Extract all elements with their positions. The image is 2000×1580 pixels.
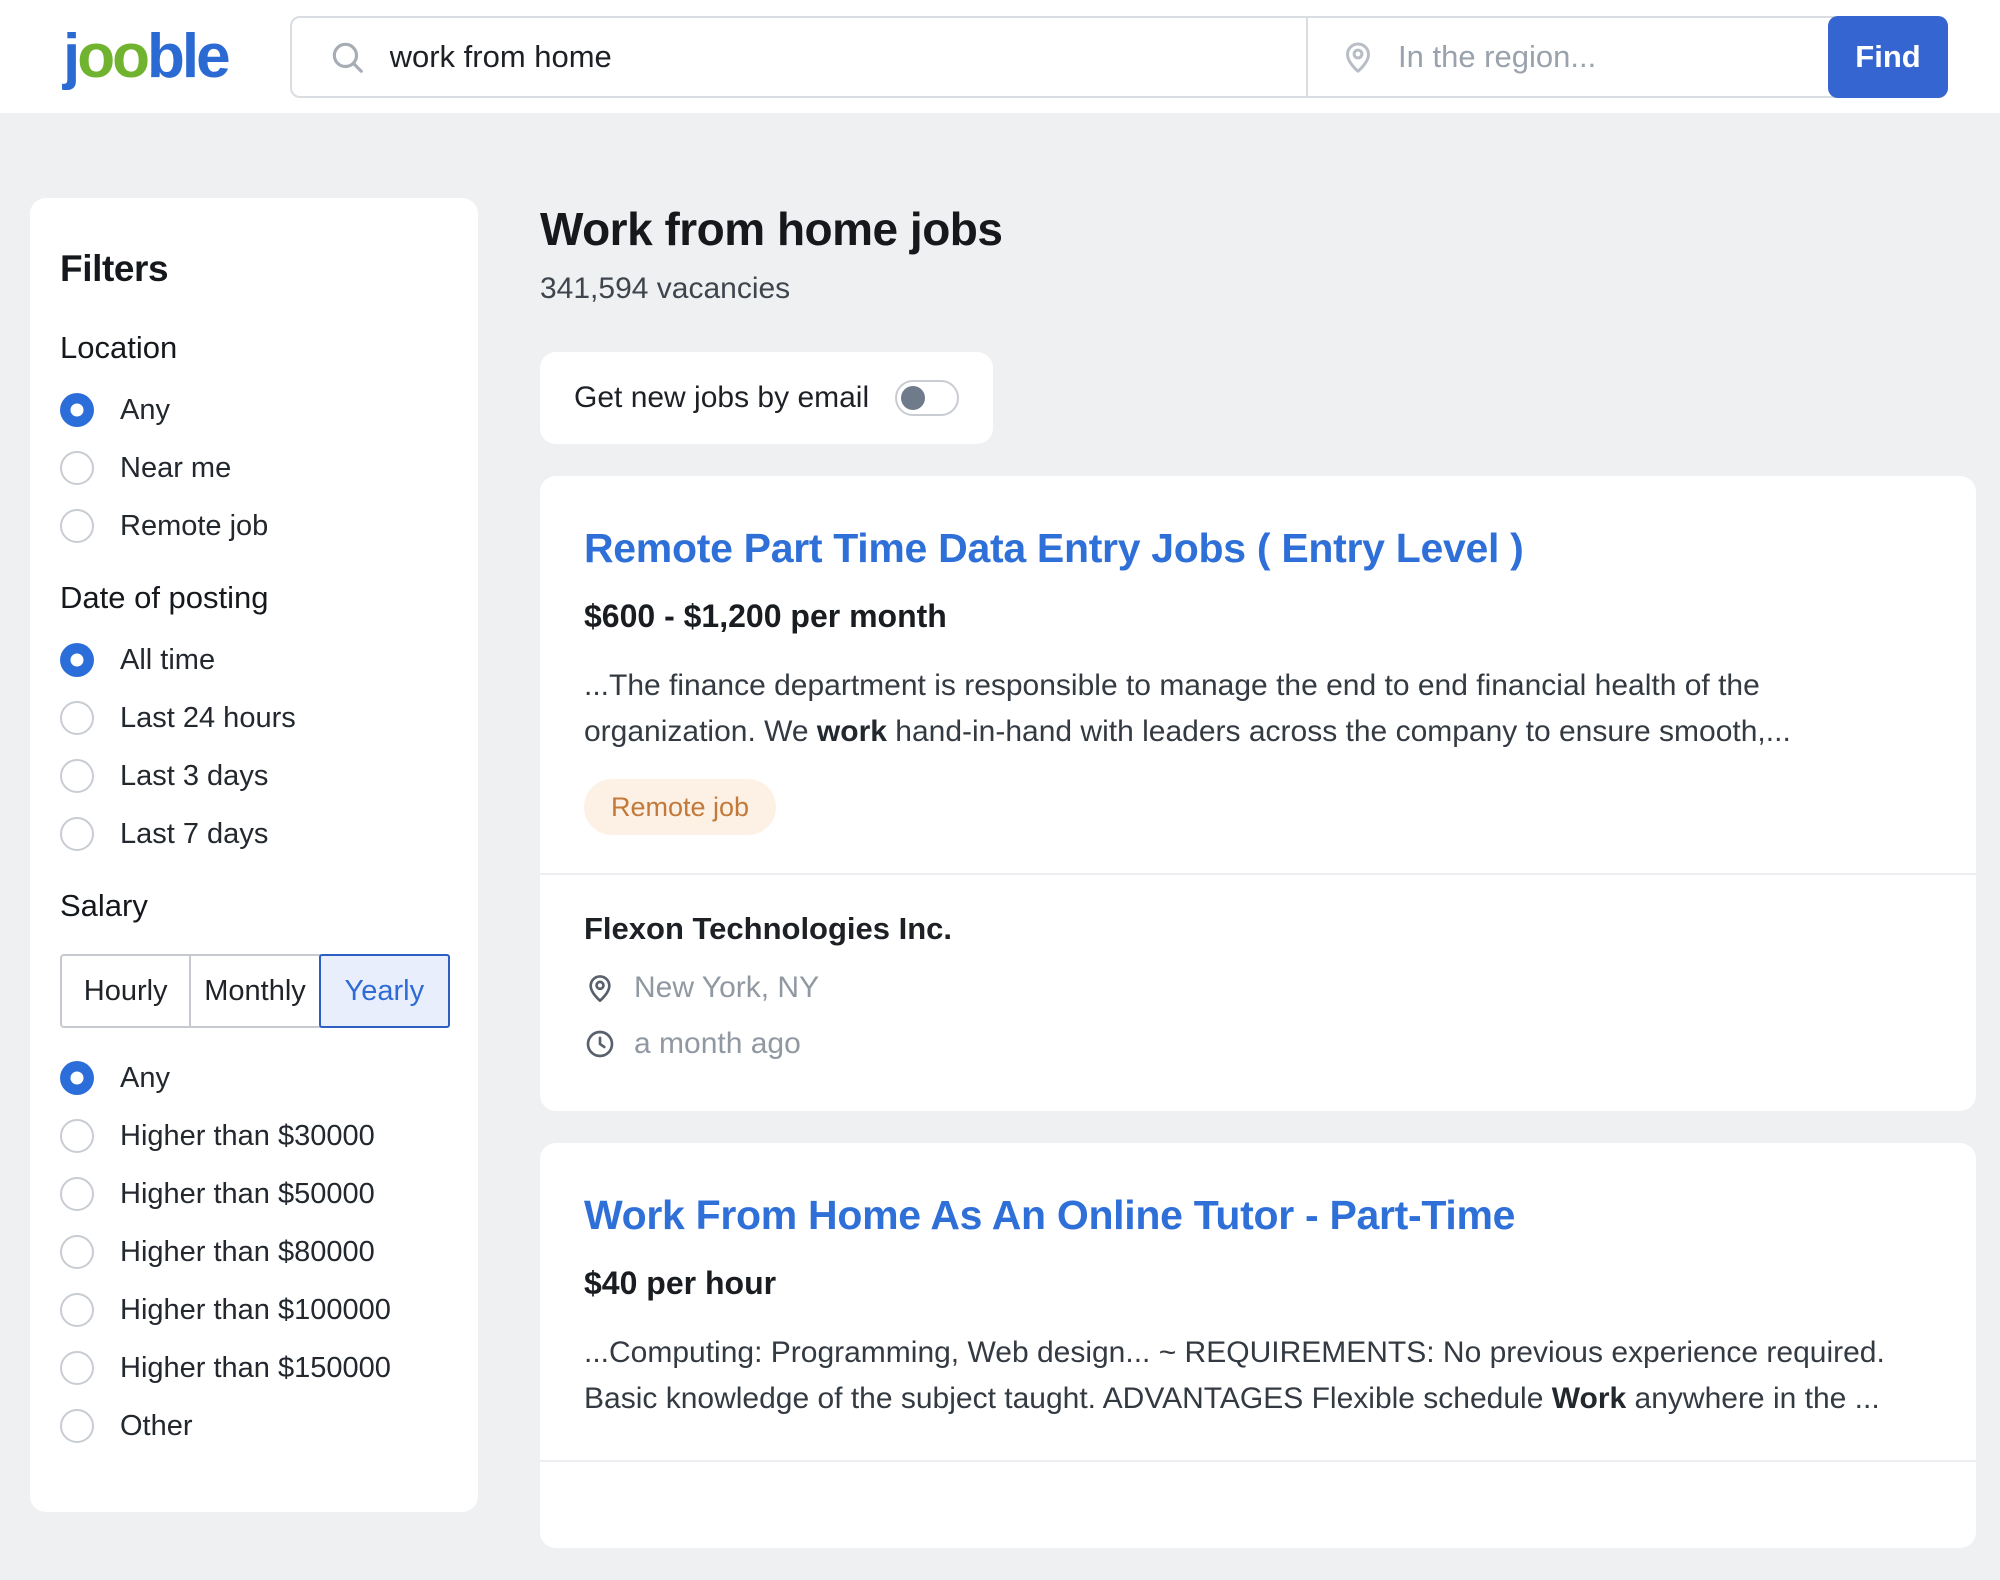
radio-label: Higher than $150000 xyxy=(120,1352,391,1385)
clock-icon xyxy=(584,1028,616,1060)
radio-date-last-3-days[interactable]: Last 3 days xyxy=(60,758,448,794)
radio-label: Last 24 hours xyxy=(120,702,296,735)
job-posted-row: a month ago xyxy=(584,1027,1932,1061)
radio-label: Higher than $80000 xyxy=(120,1236,375,1269)
remote-job-tag: Remote job xyxy=(584,779,776,835)
job-description-highlight: Work xyxy=(1552,1382,1626,1415)
vacancies-count: 341,594 vacancies xyxy=(540,272,1976,306)
date-section-title: Date of posting xyxy=(60,580,448,616)
radio-label: Higher than $100000 xyxy=(120,1294,391,1327)
job-card: Remote Part Time Data Entry Jobs ( Entry… xyxy=(540,476,1976,1111)
location-pin-icon xyxy=(1340,39,1376,75)
job-salary: $40 per hour xyxy=(584,1265,1932,1302)
email-subscription-card: Get new jobs by email xyxy=(540,352,993,444)
radio-icon xyxy=(60,1351,94,1385)
radio-icon xyxy=(60,817,94,851)
logo-part-ble: ble xyxy=(147,22,228,91)
job-salary: $600 - $1,200 per month xyxy=(584,598,1932,635)
salary-section-title: Salary xyxy=(60,888,448,924)
search-icon xyxy=(328,38,366,76)
header: jooble Find xyxy=(0,0,2000,113)
region-input[interactable] xyxy=(1398,39,1828,75)
toggle-knob xyxy=(901,386,925,410)
radio-label: Any xyxy=(120,1062,170,1095)
salary-period-tabs: Hourly Monthly Yearly xyxy=(60,954,450,1028)
job-description-highlight: work xyxy=(817,715,887,748)
page-title: Work from home jobs xyxy=(540,202,1976,256)
radio-label: Higher than $30000 xyxy=(120,1120,375,1153)
job-title-link[interactable]: Remote Part Time Data Entry Jobs ( Entry… xyxy=(584,522,1932,574)
tab-hourly[interactable]: Hourly xyxy=(60,954,191,1028)
radio-label: Remote job xyxy=(120,510,268,543)
radio-label: Last 3 days xyxy=(120,760,268,793)
tab-yearly[interactable]: Yearly xyxy=(319,954,450,1028)
location-section-title: Location xyxy=(60,330,448,366)
radio-selected-icon xyxy=(60,643,94,677)
region-section xyxy=(1308,18,1828,96)
radio-icon xyxy=(60,1409,94,1443)
radio-icon xyxy=(60,1119,94,1153)
radio-selected-icon xyxy=(60,1061,94,1095)
radio-icon xyxy=(60,509,94,543)
radio-icon xyxy=(60,1177,94,1211)
job-description-text: hand-in-hand with leaders across the com… xyxy=(887,715,1791,748)
job-company-block: Flexon Technologies Inc. New York, NY a … xyxy=(584,875,1932,1111)
results-column: Work from home jobs 341,594 vacancies Ge… xyxy=(540,198,1976,1580)
radio-salary-any[interactable]: Any xyxy=(60,1060,448,1096)
radio-date-last-24-hours[interactable]: Last 24 hours xyxy=(60,700,448,736)
page-content: Filters Location Any Near me Remote job … xyxy=(0,113,2000,1580)
tab-monthly[interactable]: Monthly xyxy=(189,954,320,1028)
email-subscription-label: Get new jobs by email xyxy=(574,381,869,415)
company-name: Flexon Technologies Inc. xyxy=(584,911,1932,947)
filters-panel: Filters Location Any Near me Remote job … xyxy=(30,198,478,1512)
jooble-logo[interactable]: jooble xyxy=(63,26,228,88)
radio-date-last-7-days[interactable]: Last 7 days xyxy=(60,816,448,852)
radio-date-all-time[interactable]: All time xyxy=(60,642,448,678)
search-input[interactable] xyxy=(390,39,1306,75)
job-location-row: New York, NY xyxy=(584,971,1932,1005)
radio-salary-higher-50000[interactable]: Higher than $50000 xyxy=(60,1176,448,1212)
radio-icon xyxy=(60,759,94,793)
filters-title: Filters xyxy=(60,248,448,290)
radio-label: Last 7 days xyxy=(120,818,268,851)
radio-icon xyxy=(60,701,94,735)
logo-part-oo: oo xyxy=(77,22,147,91)
radio-salary-higher-150000[interactable]: Higher than $150000 xyxy=(60,1350,448,1386)
search-query-section xyxy=(292,18,1306,96)
radio-selected-icon xyxy=(60,393,94,427)
find-button[interactable]: Find xyxy=(1828,16,1948,98)
job-description: ...Computing: Programming, Web design...… xyxy=(584,1330,1932,1422)
radio-icon xyxy=(60,1235,94,1269)
radio-icon xyxy=(60,1293,94,1327)
radio-label: Any xyxy=(120,394,170,427)
radio-salary-higher-100000[interactable]: Higher than $100000 xyxy=(60,1292,448,1328)
job-description-text: anywhere in the ... xyxy=(1626,1382,1879,1415)
job-title-link[interactable]: Work From Home As An Online Tutor - Part… xyxy=(584,1189,1932,1241)
radio-location-any[interactable]: Any xyxy=(60,392,448,428)
radio-label: Near me xyxy=(120,452,231,485)
radio-salary-other[interactable]: Other xyxy=(60,1408,448,1444)
radio-label: Other xyxy=(120,1410,193,1443)
radio-label: Higher than $50000 xyxy=(120,1178,375,1211)
search-bar: Find xyxy=(290,16,1948,98)
radio-salary-higher-80000[interactable]: Higher than $80000 xyxy=(60,1234,448,1270)
job-location: New York, NY xyxy=(634,971,819,1005)
radio-location-remote-job[interactable]: Remote job xyxy=(60,508,448,544)
logo-part-j: j xyxy=(63,22,77,91)
radio-label: All time xyxy=(120,644,215,677)
radio-salary-higher-30000[interactable]: Higher than $30000 xyxy=(60,1118,448,1154)
email-subscription-toggle[interactable] xyxy=(895,380,959,416)
job-posted: a month ago xyxy=(634,1027,801,1061)
job-company-block xyxy=(584,1462,1932,1548)
location-pin-icon xyxy=(584,972,616,1004)
radio-location-near-me[interactable]: Near me xyxy=(60,450,448,486)
radio-icon xyxy=(60,451,94,485)
job-card: Work From Home As An Online Tutor - Part… xyxy=(540,1143,1976,1548)
job-description: ...The finance department is responsible… xyxy=(584,663,1932,755)
